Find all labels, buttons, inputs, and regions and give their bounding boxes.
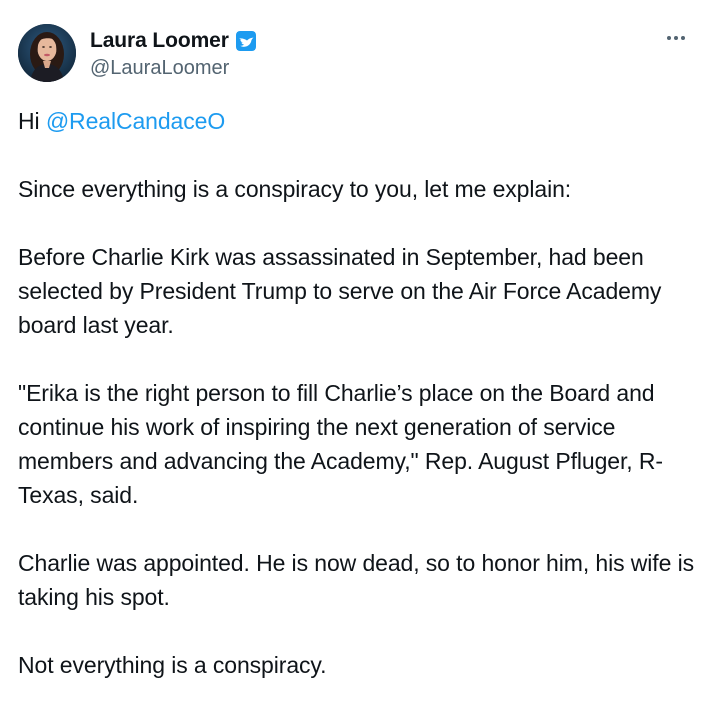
avatar[interactable] <box>18 24 76 82</box>
display-name[interactable]: Laura Loomer <box>90 29 229 53</box>
tweet-paragraph-5: Not everything is a conspiracy. <box>18 652 327 678</box>
tweet-card: Laura Loomer @LauraLoomer Hi @RealCandac… <box>0 0 710 714</box>
author-names: Laura Loomer @LauraLoomer <box>90 28 258 80</box>
tweet-paragraph-1: Since everything is a conspiracy to you,… <box>18 176 572 202</box>
greeting-text: Hi <box>18 108 46 134</box>
tweet-header: Laura Loomer @LauraLoomer <box>18 24 692 84</box>
more-options-icon[interactable] <box>662 26 690 50</box>
author-handle[interactable]: @LauraLoomer <box>90 57 258 80</box>
tweet-text: Hi @RealCandaceO Since everything is a c… <box>18 104 694 716</box>
verified-badge-icon <box>234 29 258 53</box>
tweet-paragraph-4: Charlie was appointed. He is now dead, s… <box>18 550 694 610</box>
mention-link[interactable]: @RealCandaceO <box>46 108 225 134</box>
name-row: Laura Loomer <box>90 28 258 54</box>
dot <box>674 36 678 40</box>
dot <box>667 36 671 40</box>
tweet-paragraph-greeting: Hi @RealCandaceO <box>18 104 694 138</box>
tweet-paragraph-3: "Erika is the right person to fill Charl… <box>18 380 663 508</box>
profile-photo-icon <box>18 24 76 82</box>
dot <box>681 36 685 40</box>
tweet-paragraph-2: Before Charlie Kirk was assassinated in … <box>18 244 662 338</box>
